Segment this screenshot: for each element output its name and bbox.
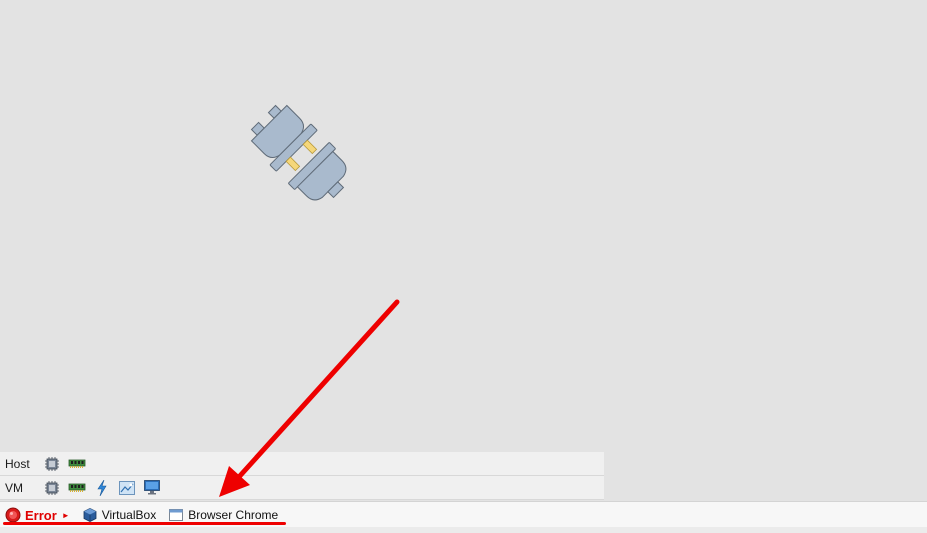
disconnected-plug-icon xyxy=(250,104,347,201)
host-metric-row: Host xyxy=(0,452,604,476)
cpu-icon[interactable] xyxy=(43,456,61,472)
ram-icon[interactable] xyxy=(68,480,86,496)
browser-window-icon xyxy=(168,507,184,523)
bottom-border-strip xyxy=(0,527,927,533)
ram-icon[interactable] xyxy=(68,456,86,472)
resource-metric-panel: Host VM xyxy=(0,452,604,500)
browser-chrome-label: Browser Chrome xyxy=(188,508,279,522)
plug-lower-half xyxy=(288,142,347,201)
expand-arrow-icon[interactable]: ► xyxy=(62,511,70,520)
network-icon[interactable] xyxy=(118,480,136,496)
lightning-icon[interactable] xyxy=(93,479,111,496)
vm-metric-row: VM xyxy=(0,476,604,500)
virtualbox-icon xyxy=(82,507,98,523)
cpu-icon[interactable] xyxy=(43,480,61,496)
virtualbox-label: VirtualBox xyxy=(101,508,157,522)
main-viewport: Host VM Error ► VirtualBox Browser Chrom… xyxy=(0,0,927,533)
error-label: Error xyxy=(25,507,57,523)
host-label: Host xyxy=(5,456,30,471)
vm-label: VM xyxy=(5,480,23,495)
error-icon xyxy=(5,507,21,523)
annotation-underline xyxy=(3,522,286,525)
monitor-icon[interactable] xyxy=(143,480,161,496)
